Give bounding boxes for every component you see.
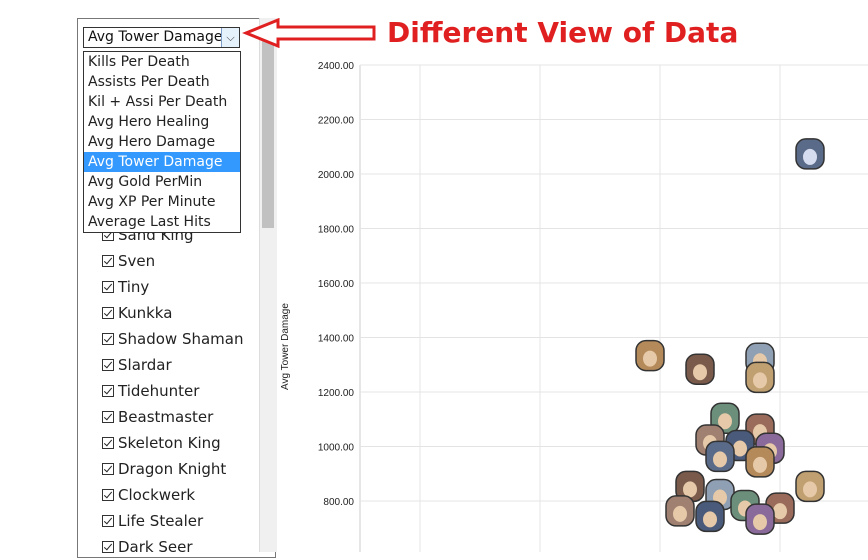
hero-checkbox-row[interactable]: Skeleton King [102, 430, 244, 456]
scatter-chart: 2400.00 2200.00 2000.00 1800.00 1600.00 1400.… [318, 61, 868, 552]
y-tick-label: 2200.00 [318, 116, 355, 127]
hero-label: Beastmaster [118, 408, 214, 426]
hero-checkbox-row[interactable]: Kunkka [102, 300, 244, 326]
y-tick-label: 1400.00 [318, 334, 355, 345]
checkbox[interactable] [102, 463, 114, 475]
hero-label: Slardar [118, 356, 172, 374]
dropdown-option[interactable]: Kil + Assi Per Death [84, 92, 240, 112]
checkbox[interactable] [102, 307, 114, 319]
checkbox[interactable] [102, 489, 114, 501]
checkbox[interactable] [102, 437, 114, 449]
hero-point[interactable] [745, 503, 775, 535]
hero-point[interactable] [705, 440, 735, 473]
dropdown-option[interactable]: Average Last Hits [84, 212, 240, 232]
hero-checkbox-row[interactable]: Tidehunter [102, 378, 244, 404]
hero-point[interactable] [695, 500, 725, 533]
annotation-arrow [242, 18, 376, 48]
hero-label: Dark Seer [118, 538, 193, 556]
checkbox[interactable] [102, 411, 114, 423]
hero-point[interactable] [745, 446, 775, 478]
hero-point[interactable] [795, 138, 825, 170]
hero-label: Clockwerk [118, 486, 196, 504]
dropdown-option[interactable]: Avg Tower Damage [84, 152, 240, 172]
stat-dropdown-list: Kills Per Death Assists Per Death Kil + As… [83, 51, 241, 233]
hero-label: Skeleton King [118, 434, 221, 452]
hero-checkbox-row[interactable]: Beastmaster [102, 404, 244, 430]
dropdown-option[interactable]: Kills Per Death [84, 52, 240, 72]
hero-checkbox-row[interactable]: Shadow Shaman [102, 326, 244, 352]
hero-point[interactable] [665, 495, 695, 527]
y-tick-label: 800.00 [323, 497, 354, 508]
hero-checkbox-row[interactable]: Life Stealer [102, 508, 244, 534]
hero-point[interactable] [745, 361, 775, 394]
annotation-text: Different View of Data [387, 16, 739, 49]
hero-label: Sven [118, 252, 156, 270]
hero-checkbox-row[interactable]: Dark Seer [102, 534, 244, 560]
hero-checkbox-row[interactable]: Clockwerk [102, 482, 244, 508]
dropdown-option[interactable]: Assists Per Death [84, 72, 240, 92]
y-tick-label: 2000.00 [318, 170, 355, 181]
hero-label: Tidehunter [118, 382, 200, 400]
hero-label: Tiny [118, 278, 150, 296]
hero-label: Life Stealer [118, 512, 204, 530]
stat-select[interactable]: Avg Tower Damage ⌵ [83, 27, 240, 48]
hero-label: Dragon Knight [118, 460, 227, 478]
dropdown-option[interactable]: Avg Hero Healing [84, 112, 240, 132]
y-axis-label: Avg Tower Damage [280, 303, 291, 390]
hero-checkbox-list: Sand King Sven Tiny Kunkka Shadow Shaman Slar… [102, 222, 244, 560]
hero-label: Shadow Shaman [118, 330, 244, 348]
y-tick-label: 1000.00 [318, 443, 355, 454]
dropdown-option[interactable]: Avg Hero Damage [84, 132, 240, 152]
scrollbar-thumb[interactable] [262, 28, 274, 228]
hero-label: Kunkka [118, 304, 173, 322]
checkbox[interactable] [102, 255, 114, 267]
checkbox[interactable] [102, 515, 114, 527]
checkbox[interactable] [102, 333, 114, 345]
checkbox[interactable] [102, 281, 114, 293]
y-tick-label: 1800.00 [318, 225, 355, 236]
checkbox[interactable] [102, 359, 114, 371]
hero-point[interactable] [685, 353, 715, 385]
stat-select-value: Avg Tower Damage [88, 29, 223, 45]
y-tick-label: 1600.00 [318, 279, 355, 290]
checkbox[interactable] [102, 541, 114, 553]
dropdown-option[interactable]: Avg Gold PerMin [84, 172, 240, 192]
sidebar-scrollbar[interactable] [259, 18, 277, 552]
chevron-down-icon[interactable]: ⌵ [221, 28, 239, 47]
y-tick-label: 1200.00 [318, 388, 355, 399]
hero-checkbox-row[interactable]: Tiny [102, 274, 244, 300]
hero-checkbox-row[interactable]: Dragon Knight [102, 456, 244, 482]
y-tick-label: 2400.00 [318, 61, 355, 72]
hero-point[interactable] [795, 470, 825, 503]
hero-checkbox-row[interactable]: Slardar [102, 352, 244, 378]
dropdown-option[interactable]: Avg XP Per Minute [84, 192, 240, 212]
hero-point[interactable] [635, 339, 665, 372]
hero-checkbox-row[interactable]: Sven [102, 248, 244, 274]
checkbox[interactable] [102, 385, 114, 397]
